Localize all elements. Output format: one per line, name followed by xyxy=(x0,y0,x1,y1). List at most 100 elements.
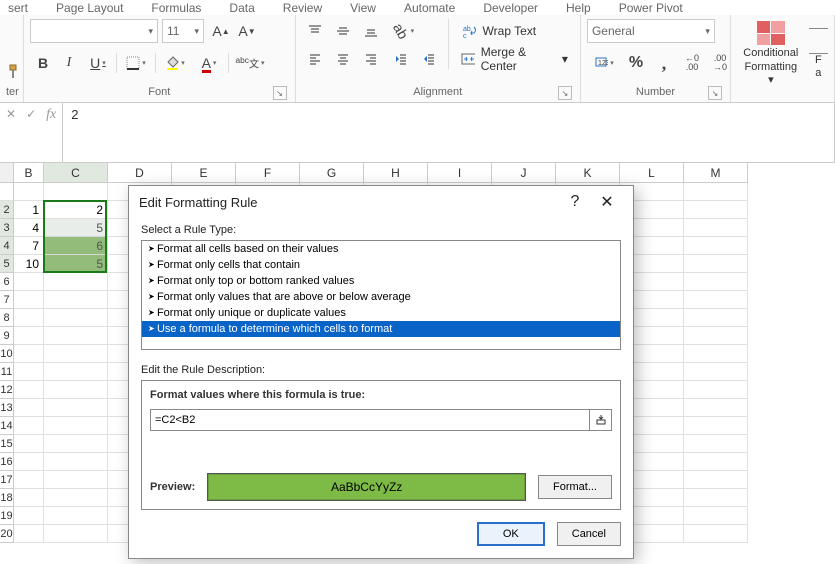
cell[interactable]: 6 xyxy=(44,237,108,255)
row-header[interactable]: 2 xyxy=(0,201,14,219)
formula-input[interactable]: 2 xyxy=(62,103,835,162)
align-top-button[interactable] xyxy=(302,19,328,43)
formula-input-field[interactable] xyxy=(151,410,589,430)
row-header[interactable]: 19 xyxy=(0,507,14,525)
orientation-button[interactable]: ab▾ xyxy=(388,19,420,43)
borders-button[interactable]: ▾ xyxy=(119,51,153,75)
rule-type-item[interactable]: Format only cells that contain xyxy=(142,257,620,273)
tab-page-layout[interactable]: Page Layout xyxy=(56,1,123,15)
decrease-indent-button[interactable] xyxy=(388,47,414,71)
cell[interactable]: 2 xyxy=(44,201,108,219)
tab-insert[interactable]: sert xyxy=(8,1,28,15)
conditional-formatting-button[interactable]: Conditional Formatting ▾ xyxy=(737,19,805,89)
align-left-button[interactable] xyxy=(302,47,328,71)
row-header[interactable]: 18 xyxy=(0,489,14,507)
cancel-formula-button[interactable]: ✕ xyxy=(6,107,16,121)
align-right-button[interactable] xyxy=(358,47,384,71)
enter-formula-button[interactable]: ✓ xyxy=(26,107,36,121)
rule-type-item[interactable]: Use a formula to determine which cells t… xyxy=(142,321,620,337)
increase-decimal-button[interactable]: ←0.00 xyxy=(679,51,705,75)
rule-type-item[interactable]: Format all cells based on their values xyxy=(142,241,620,257)
row-header[interactable]: 16 xyxy=(0,453,14,471)
row-header[interactable]: 11 xyxy=(0,363,14,381)
format-button[interactable]: Format... xyxy=(538,475,612,499)
tab-power-pivot[interactable]: Power Pivot xyxy=(619,1,683,15)
tab-formulas[interactable]: Formulas xyxy=(151,1,201,15)
font-size-combo[interactable]: 11 ▾ xyxy=(162,19,204,43)
cancel-button[interactable]: Cancel xyxy=(557,522,621,546)
ok-button[interactable]: OK xyxy=(477,522,545,546)
col-header[interactable]: G xyxy=(300,163,364,183)
cell[interactable]: 7 xyxy=(14,237,44,255)
decrease-font-button[interactable]: A▼ xyxy=(234,19,260,43)
decrease-decimal-button[interactable]: .00→0 xyxy=(707,51,733,75)
number-dialog-launcher[interactable]: ↘ xyxy=(708,86,722,100)
italic-button[interactable]: I xyxy=(56,51,82,75)
wrap-text-button[interactable]: abc Wrap Text xyxy=(455,19,574,43)
col-header[interactable]: H xyxy=(364,163,428,183)
row-header[interactable]: 6 xyxy=(0,273,14,291)
tab-data[interactable]: Data xyxy=(229,1,254,15)
cell[interactable]: 10 xyxy=(14,255,44,273)
col-header[interactable]: M xyxy=(684,163,748,183)
tab-view[interactable]: View xyxy=(350,1,376,15)
row-header[interactable]: 3 xyxy=(0,219,14,237)
row-header[interactable]: 8 xyxy=(0,309,14,327)
row-header[interactable]: 12 xyxy=(0,381,14,399)
font-name-combo[interactable]: ▾ xyxy=(30,19,158,43)
increase-indent-button[interactable] xyxy=(416,47,442,71)
number-format-combo[interactable]: General ▾ xyxy=(587,19,715,43)
underline-button[interactable]: U▾ xyxy=(82,51,114,75)
rule-type-item[interactable]: Format only unique or duplicate values xyxy=(142,305,620,321)
rule-type-list[interactable]: Format all cells based on their values F… xyxy=(141,240,621,350)
row-header[interactable]: 9 xyxy=(0,327,14,345)
row-header[interactable]: 13 xyxy=(0,399,14,417)
format-painter-button[interactable] xyxy=(6,60,22,84)
dialog-help-button[interactable]: ? xyxy=(559,193,591,211)
cell[interactable]: 5 xyxy=(44,219,108,237)
alignment-dialog-launcher[interactable]: ↘ xyxy=(558,86,572,100)
row-header[interactable]: 15 xyxy=(0,435,14,453)
col-header[interactable]: D xyxy=(108,163,172,183)
tab-automate[interactable]: Automate xyxy=(404,1,455,15)
align-center-button[interactable] xyxy=(330,47,356,71)
percent-button[interactable]: % xyxy=(623,51,649,75)
col-header[interactable]: E xyxy=(172,163,236,183)
col-header[interactable]: I xyxy=(428,163,492,183)
dialog-close-button[interactable]: ✕ xyxy=(591,192,623,212)
increase-font-button[interactable]: A▲ xyxy=(208,19,234,43)
row-header[interactable]: 10 xyxy=(0,345,14,363)
cell[interactable]: 4 xyxy=(14,219,44,237)
row-header[interactable]: 20 xyxy=(0,525,14,543)
merge-center-button[interactable]: Merge & Center ▾ xyxy=(455,47,574,71)
col-header[interactable]: L xyxy=(620,163,684,183)
align-middle-button[interactable] xyxy=(330,19,356,43)
cell[interactable]: 1 xyxy=(14,201,44,219)
tab-review[interactable]: Review xyxy=(283,1,322,15)
row-header[interactable]: 17 xyxy=(0,471,14,489)
align-bottom-button[interactable] xyxy=(358,19,384,43)
accounting-format-button[interactable]: 123▾ xyxy=(587,51,621,75)
dialog-titlebar[interactable]: Edit Formatting Rule ? ✕ xyxy=(129,186,633,218)
font-color-button[interactable]: A ▾ xyxy=(192,51,226,75)
col-header[interactable]: B xyxy=(14,163,44,183)
phonetic-button[interactable]: abc文▾ xyxy=(231,51,269,75)
range-picker-button[interactable] xyxy=(589,410,611,430)
col-header[interactable]: F xyxy=(236,163,300,183)
insert-function-button[interactable]: fx xyxy=(46,107,56,123)
row-header[interactable]: 4 xyxy=(0,237,14,255)
col-header[interactable]: J xyxy=(492,163,556,183)
font-dialog-launcher[interactable]: ↘ xyxy=(273,86,287,100)
cell[interactable]: 5 xyxy=(44,255,108,273)
row-header[interactable]: 5 xyxy=(0,255,14,273)
fill-color-button[interactable]: ▾ xyxy=(158,51,192,75)
tab-help[interactable]: Help xyxy=(566,1,591,15)
rule-type-item[interactable]: Format only top or bottom ranked values xyxy=(142,273,620,289)
bold-button[interactable]: B xyxy=(30,51,56,75)
rule-type-item[interactable]: Format only values that are above or bel… xyxy=(142,289,620,305)
row-header[interactable]: 14 xyxy=(0,417,14,435)
comma-button[interactable]: , xyxy=(651,51,677,75)
format-as-table-button[interactable]: Fa xyxy=(809,19,828,89)
row-header[interactable]: 7 xyxy=(0,291,14,309)
tab-developer[interactable]: Developer xyxy=(483,1,538,15)
